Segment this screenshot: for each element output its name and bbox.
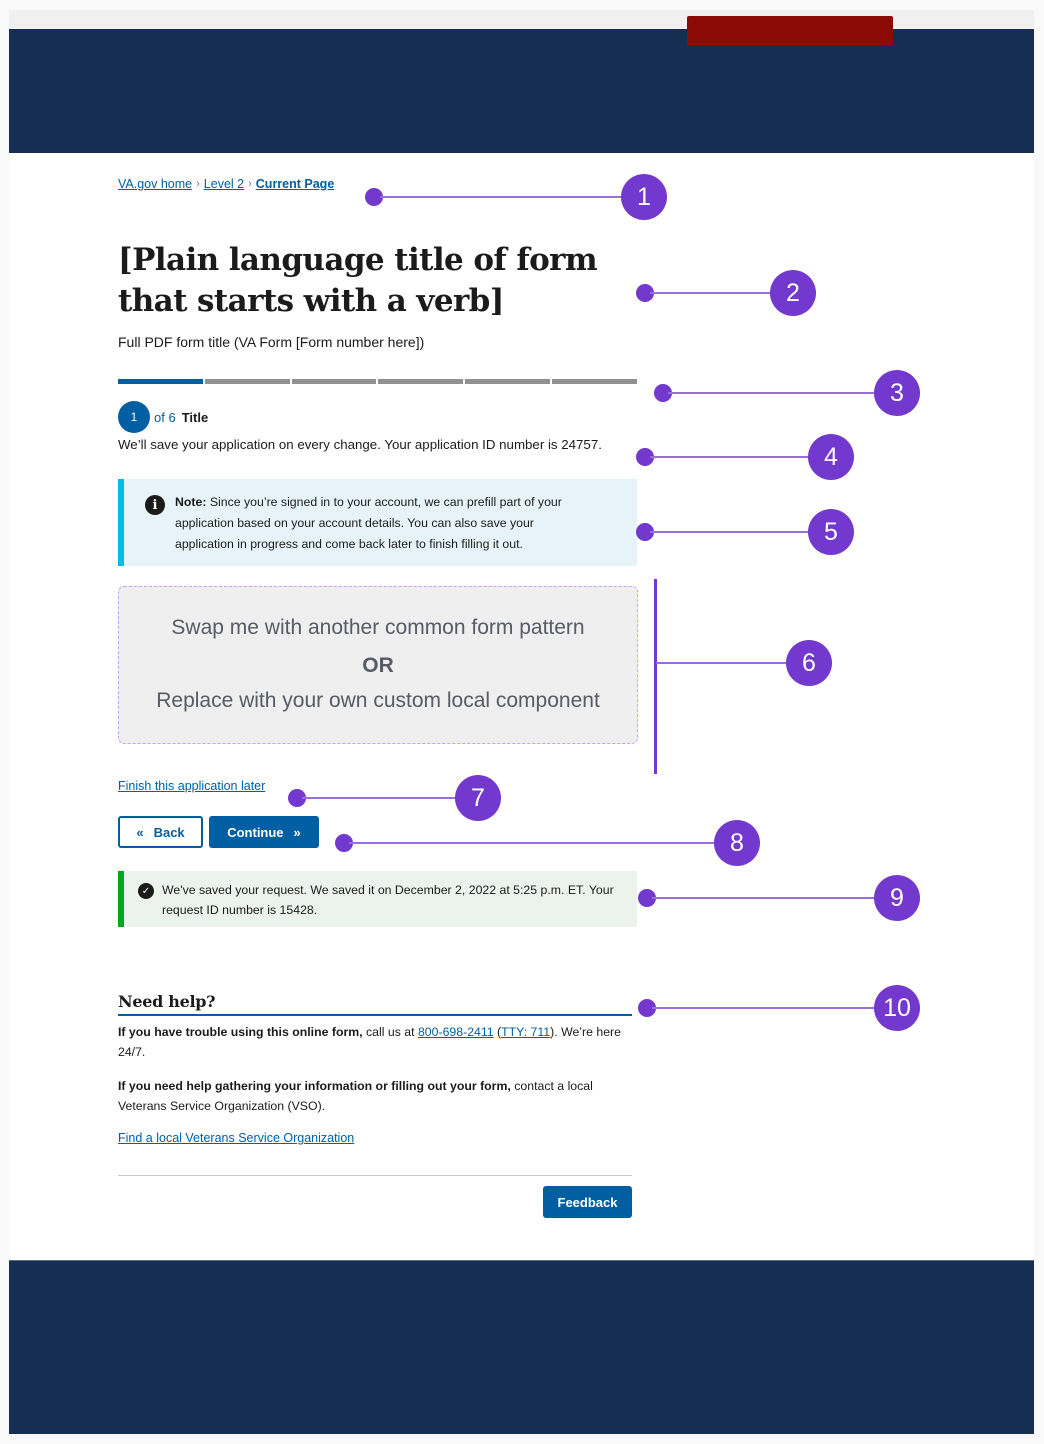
annotation-line <box>656 662 790 664</box>
find-vso-link[interactable]: Find a local Veterans Service Organizati… <box>118 1131 354 1145</box>
annotation-badge-8: 8 <box>714 820 760 866</box>
annotation-line <box>668 392 878 394</box>
annotation-line <box>652 1007 878 1009</box>
placeholder-line-1: Swap me with another common form pattern <box>171 616 585 639</box>
annotation-bracket <box>654 579 657 774</box>
progress-segment <box>378 379 464 384</box>
placeholder-line-3: Replace with your own custom local compo… <box>156 689 600 712</box>
breadcrumb-home[interactable]: VA.gov home <box>118 177 192 191</box>
annotation-line <box>652 897 878 899</box>
success-alert-text: We've saved your request. We saved it on… <box>162 883 614 917</box>
save-note: We’ll save your application on every cha… <box>118 437 602 452</box>
step-indicator: 1 of 6 Title <box>118 401 208 433</box>
site-footer <box>9 1260 1034 1434</box>
form-subtitle: Full PDF form title (VA Form [Form numbe… <box>118 334 425 350</box>
progress-segment <box>291 379 377 384</box>
progress-segment <box>552 379 637 384</box>
back-button-label: Back <box>153 824 185 840</box>
breadcrumb: VA.gov home › Level 2 › Current Page <box>118 177 334 191</box>
continue-button-label: Continue <box>227 824 284 840</box>
info-alert-text: Note: Since you’re signed in to your acc… <box>175 495 562 551</box>
annotation-line <box>302 797 458 799</box>
step-of-total: of 6 <box>154 409 176 425</box>
progress-segment <box>118 379 203 384</box>
placeholder-or: OR <box>362 654 394 677</box>
page-title: [Plain language title of form that start… <box>118 242 598 319</box>
breadcrumb-current-page[interactable]: Current Page <box>256 177 335 191</box>
need-help-heading: Need help? <box>118 992 632 1016</box>
annotation-badge-9: 9 <box>874 875 920 921</box>
divider <box>118 1175 632 1176</box>
progress-segment <box>204 379 290 384</box>
annotation-line <box>349 842 719 844</box>
phone-link[interactable]: 800-698-2411 <box>418 1025 494 1039</box>
placeholder-component: Swap me with another common form pattern… <box>118 586 638 744</box>
progress-segment <box>465 379 551 384</box>
annotation-line <box>380 196 625 198</box>
feedback-button[interactable]: Feedback <box>543 1186 632 1218</box>
breadcrumb-separator: › <box>248 178 252 190</box>
annotation-badge-2: 2 <box>770 270 816 316</box>
breadcrumb-level-2[interactable]: Level 2 <box>204 177 244 191</box>
annotation-badge-5: 5 <box>808 509 854 555</box>
annotation-line <box>650 456 812 458</box>
finish-later-link[interactable]: Finish this application later <box>118 779 265 793</box>
help-paragraph-vso: If you need help gathering your informat… <box>118 1079 593 1113</box>
info-icon: i <box>145 495 165 515</box>
breadcrumb-separator: › <box>196 178 200 190</box>
annotation-badge-10: 10 <box>874 985 920 1031</box>
help-paragraph-phone: If you have trouble using this online fo… <box>118 1025 621 1059</box>
annotation-badge-7: 7 <box>455 775 501 821</box>
annotation-badge-4: 4 <box>808 434 854 480</box>
step-number-badge: 1 <box>118 401 150 433</box>
tty-link[interactable]: TTY: 711 <box>501 1025 550 1039</box>
annotation-badge-6: 6 <box>786 640 832 686</box>
step-title: Title <box>181 409 209 425</box>
annotation-line <box>650 292 774 294</box>
info-alert: i Note: Since you’re signed in to your a… <box>118 479 637 566</box>
header-badge <box>687 16 893 45</box>
back-button[interactable]: « Back <box>118 816 203 848</box>
annotation-badge-1: 1 <box>621 174 667 220</box>
annotation-badge-3: 3 <box>874 370 920 416</box>
success-alert: ✓ We've saved your request. We saved it … <box>118 871 637 927</box>
annotation-line <box>650 531 812 533</box>
continue-button[interactable]: Continue » <box>209 816 319 848</box>
double-chevron-right-icon: » <box>293 824 301 840</box>
double-chevron-left-icon: « <box>136 824 144 840</box>
progress-bar <box>118 379 637 384</box>
site-header <box>9 29 1034 153</box>
check-circle-icon: ✓ <box>138 883 154 899</box>
